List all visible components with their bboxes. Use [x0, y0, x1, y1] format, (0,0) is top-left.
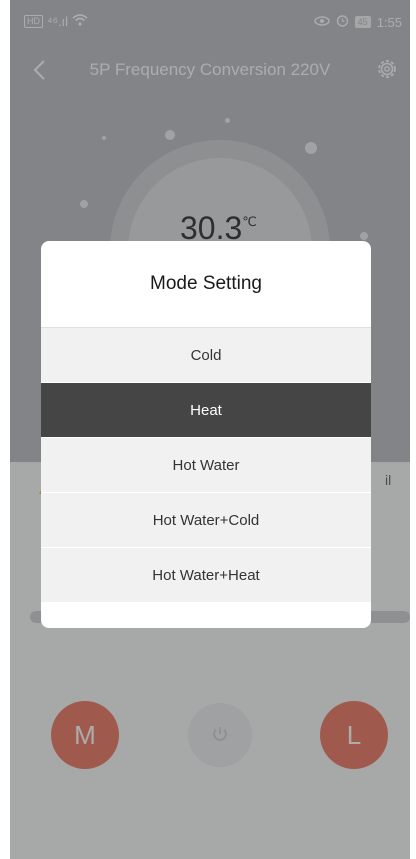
mode-option-hot-water-heat[interactable]: Hot Water+Heat	[41, 548, 371, 603]
mode-option-heat[interactable]: Heat	[41, 383, 371, 438]
mode-option-hot-water[interactable]: Hot Water	[41, 438, 371, 493]
mode-options-list: Cold Heat Hot Water Hot Water+Cold Hot W…	[41, 327, 371, 603]
dialog-title: Mode Setting	[150, 273, 262, 294]
mode-setting-dialog: Mode Setting Cold Heat Hot Water Hot Wat…	[41, 241, 371, 628]
mode-option-cold[interactable]: Cold	[41, 328, 371, 383]
mode-option-hot-water-cold[interactable]: Hot Water+Cold	[41, 493, 371, 548]
